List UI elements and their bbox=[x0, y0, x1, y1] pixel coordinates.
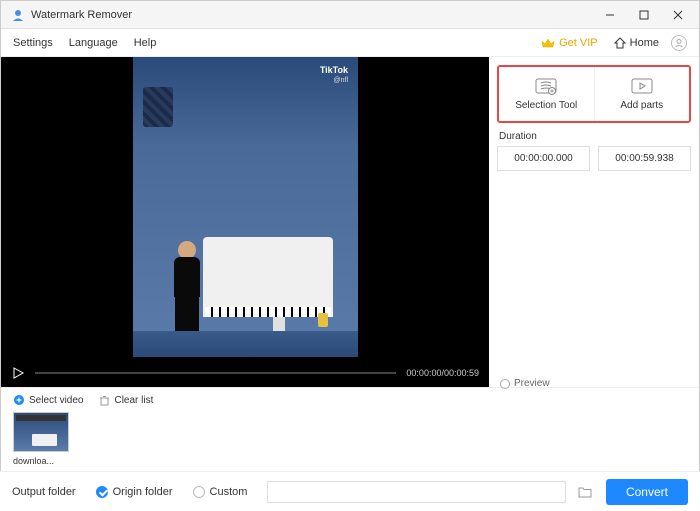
watermark-user: @nfl bbox=[334, 77, 349, 84]
maximize-button[interactable] bbox=[627, 1, 661, 29]
selection-tool-label: Selection Tool bbox=[515, 100, 577, 111]
add-parts-icon bbox=[631, 78, 653, 96]
clear-list-button[interactable]: Clear list bbox=[99, 395, 153, 406]
tool-row: Selection Tool Add parts bbox=[497, 65, 691, 123]
video-content bbox=[318, 313, 328, 327]
add-parts-label: Add parts bbox=[620, 100, 663, 111]
video-content bbox=[205, 307, 331, 317]
watermark-brand: TikTok bbox=[320, 65, 348, 75]
duration-row: 00:00:00.000 00:00:59.938 bbox=[497, 146, 691, 171]
output-folder-label: Output folder bbox=[12, 486, 76, 498]
close-button[interactable] bbox=[661, 1, 695, 29]
thumbnail-filename: downloa... bbox=[13, 456, 69, 466]
menu-language[interactable]: Language bbox=[69, 37, 118, 49]
convert-button[interactable]: Convert bbox=[606, 479, 688, 505]
app-icon bbox=[11, 8, 25, 22]
play-icon bbox=[11, 366, 25, 380]
play-button[interactable] bbox=[11, 366, 25, 380]
radio-unchecked-icon bbox=[193, 486, 205, 498]
video-content bbox=[143, 87, 173, 127]
add-parts-button[interactable]: Add parts bbox=[595, 67, 690, 121]
crown-icon bbox=[541, 37, 555, 49]
menu-help[interactable]: Help bbox=[134, 37, 157, 49]
filelist-area: Select video Clear list downloa... bbox=[1, 387, 699, 472]
filelist-actions: Select video Clear list bbox=[13, 394, 687, 406]
plus-circle-icon bbox=[13, 394, 25, 406]
video-preview-area: TikTok @nfl 00:00:00/00:00:59 bbox=[1, 57, 489, 387]
folder-icon bbox=[578, 486, 592, 498]
video-controls: 00:00:00/00:00:59 bbox=[1, 359, 489, 387]
duration-label: Duration bbox=[497, 131, 691, 142]
clear-icon bbox=[99, 395, 110, 406]
titlebar: Watermark Remover bbox=[1, 1, 699, 29]
browse-folder-button[interactable] bbox=[574, 481, 596, 503]
video-content bbox=[133, 331, 358, 357]
origin-folder-label: Origin folder bbox=[113, 486, 173, 498]
end-time-input[interactable]: 00:00:59.938 bbox=[598, 146, 691, 171]
minimize-button[interactable] bbox=[593, 1, 627, 29]
video-content bbox=[168, 241, 206, 331]
get-vip-button[interactable]: Get VIP bbox=[541, 37, 598, 49]
start-time-input[interactable]: 00:00:00.000 bbox=[497, 146, 590, 171]
select-video-button[interactable]: Select video bbox=[13, 394, 83, 406]
menu-settings[interactable]: Settings bbox=[13, 37, 53, 49]
video-frame[interactable]: TikTok @nfl bbox=[133, 57, 358, 357]
preview-radio[interactable] bbox=[500, 379, 510, 389]
menubar: Settings Language Help Get VIP Home bbox=[1, 29, 699, 57]
custom-folder-option[interactable]: Custom bbox=[193, 486, 248, 498]
user-avatar[interactable] bbox=[671, 35, 687, 51]
radio-checked-icon bbox=[96, 486, 108, 498]
selection-tool-icon bbox=[535, 78, 557, 96]
home-icon bbox=[614, 37, 626, 49]
preview-label: Preview bbox=[514, 378, 550, 389]
footer: Output folder Origin folder Custom Conve… bbox=[0, 471, 700, 511]
file-thumbnail[interactable]: downloa... bbox=[13, 412, 69, 466]
get-vip-label: Get VIP bbox=[559, 37, 598, 49]
video-content bbox=[203, 237, 333, 317]
selection-tool-button[interactable]: Selection Tool bbox=[499, 67, 595, 121]
origin-folder-option[interactable]: Origin folder bbox=[96, 486, 173, 498]
side-panel: Selection Tool Add parts Duration 00:00:… bbox=[489, 57, 699, 387]
user-icon bbox=[674, 38, 684, 48]
video-time-display: 00:00:00/00:00:59 bbox=[406, 368, 479, 378]
preview-option[interactable]: Preview bbox=[500, 378, 550, 389]
video-timeline[interactable] bbox=[35, 372, 396, 374]
main-area: TikTok @nfl 00:00:00/00:00:59 Selection … bbox=[1, 57, 699, 387]
app-title: Watermark Remover bbox=[31, 9, 593, 21]
thumbnail-image bbox=[13, 412, 69, 452]
home-label: Home bbox=[630, 37, 659, 49]
custom-path-input[interactable] bbox=[267, 481, 566, 503]
custom-label: Custom bbox=[210, 486, 248, 498]
home-button[interactable]: Home bbox=[614, 37, 659, 49]
select-video-label: Select video bbox=[29, 395, 83, 406]
clear-list-label: Clear list bbox=[114, 395, 153, 406]
